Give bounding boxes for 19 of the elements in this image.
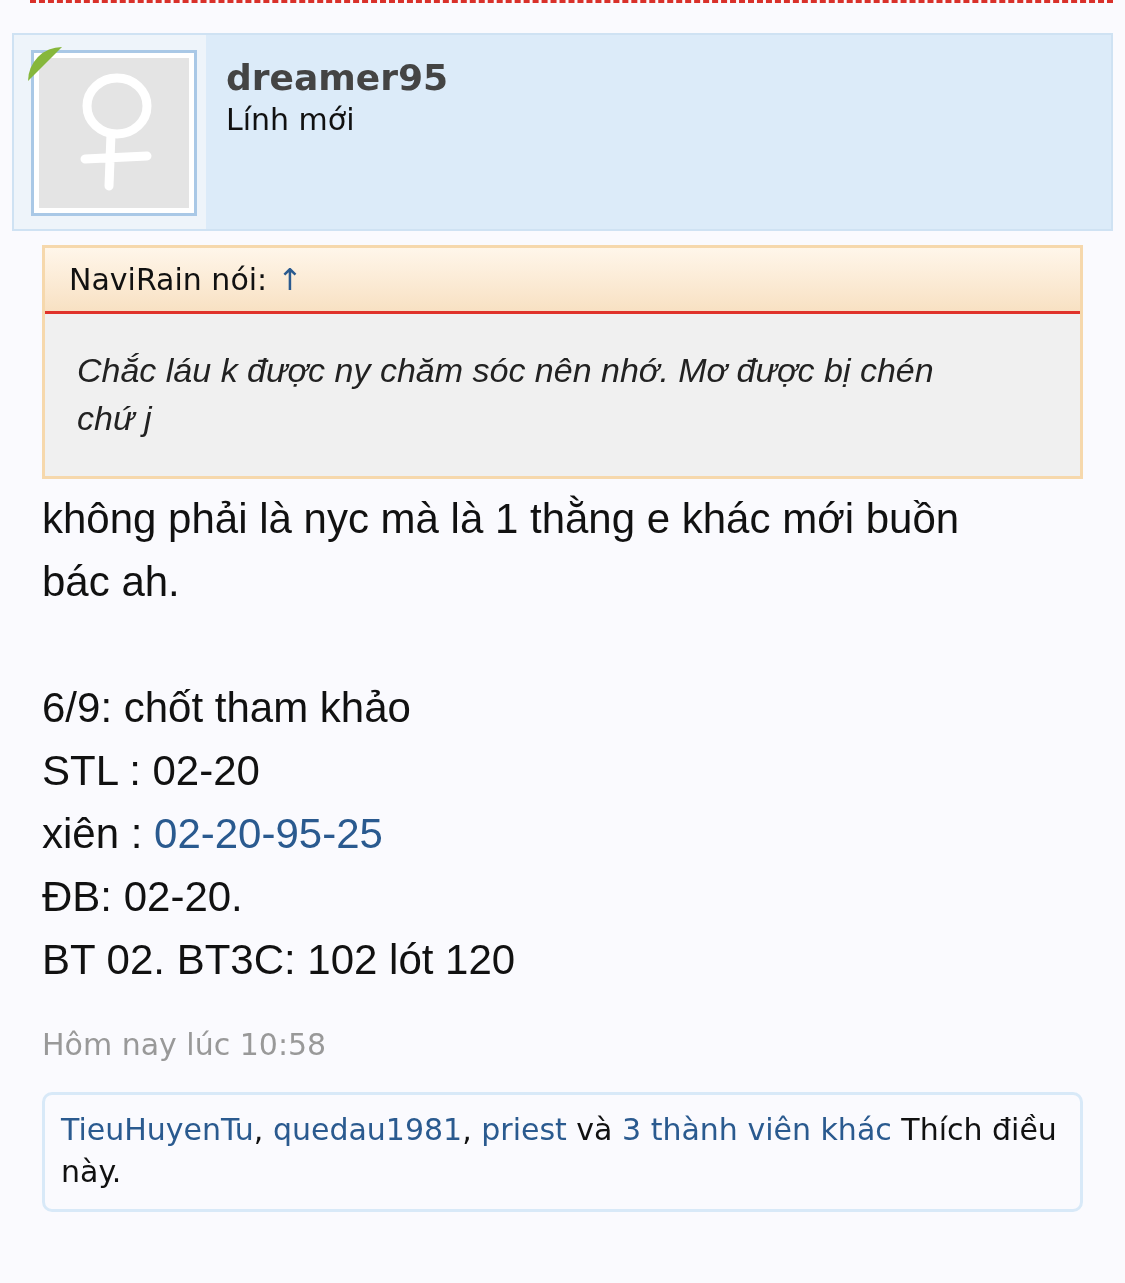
female-symbol-icon [39,58,189,208]
likes-summary: TieuHuyenTu, quedau1981, priest và 3 thành viên khác Thích điều này. [61,1111,1058,1191]
avatar[interactable] [31,50,197,216]
quote-text: Chắc láu k được ny chăm sóc nên nhớ. Mơ được bị chén chứ j [76,350,935,439]
username[interactable]: dreamer95 [226,57,448,98]
post-text-line: ĐB: 02-20. [42,872,244,922]
quote-author: NaviRain nói: [69,262,268,297]
post-text-line: xiên : 02-20-95-25 [42,809,384,859]
member-link[interactable]: quedau1981 [272,1112,463,1147]
link[interactable]: 02-20-95-25 [154,810,383,857]
member-link[interactable]: priest [481,1112,567,1147]
post-text-line: 6/9: chốt tham khảo [42,683,412,733]
member-link[interactable]: 3 thành viên khác [622,1112,892,1147]
user-rank: Lính mới [226,102,356,137]
post-text-line: BT 02. BT3C: 102 lót 120 [42,935,517,985]
member-link[interactable]: TieuHuyenTu [61,1112,254,1147]
jump-to-quote-link[interactable]: ↑ [277,262,303,297]
post-text-line: không phải là nyc mà là 1 thằng e khác mới buồn bác ah. [42,494,961,607]
post-text-line: STL : 02-20 [42,746,261,796]
